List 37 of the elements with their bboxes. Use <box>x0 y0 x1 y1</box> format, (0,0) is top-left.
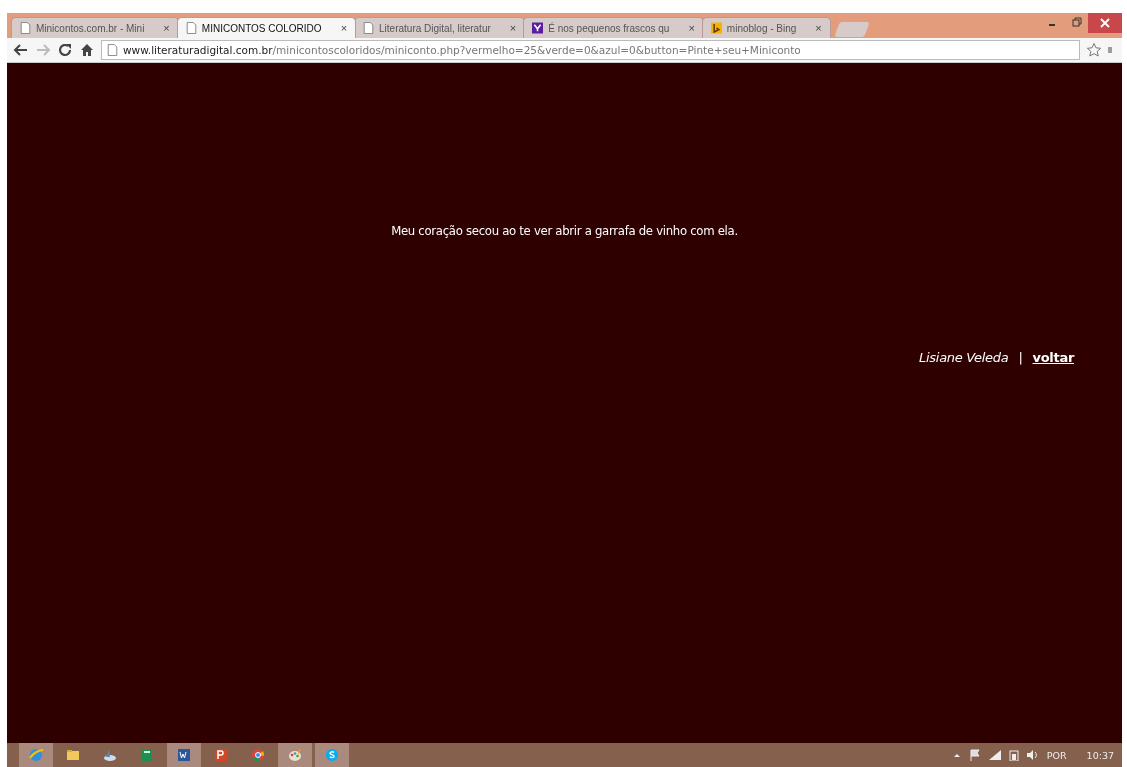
browser-tab[interactable]: Literatura Digital, literatur × <box>354 17 526 38</box>
battery-icon[interactable] <box>1008 749 1019 761</box>
arrow-up-icon[interactable] <box>952 751 961 759</box>
close-icon[interactable]: × <box>815 22 822 34</box>
address-bar[interactable]: www.literaturadigital.com.br/minicontoscoloridos/miniconto.php?vermelho=25&verde=0&azul=0&button=Pinte+seu+Miniconto <box>101 40 1080 60</box>
browser-tab[interactable]: minoblog - Bing × <box>701 17 831 38</box>
paint-app-icon[interactable] <box>278 743 312 767</box>
star-icon[interactable] <box>1086 42 1102 58</box>
language-indicator[interactable]: POR <box>1046 749 1067 761</box>
skype-app-icon[interactable] <box>315 743 349 767</box>
close-icon[interactable]: × <box>688 22 695 34</box>
bing-icon <box>710 22 722 34</box>
browser-tab[interactable]: MINICONTOS COLORIDO × <box>176 17 357 38</box>
separator-text: | <box>1018 350 1023 365</box>
browser-tab[interactable]: Minicontos.com.br - Mini × <box>11 17 179 38</box>
back-link[interactable]: voltar <box>1032 350 1074 365</box>
page-icon <box>185 22 197 34</box>
author-name: Lisiane Veleda <box>919 350 1009 365</box>
reload-icon[interactable] <box>57 42 73 58</box>
flag-icon[interactable] <box>968 749 981 761</box>
close-icon[interactable]: × <box>163 22 170 34</box>
page-icon <box>20 22 31 34</box>
signal-icon[interactable] <box>988 750 1001 760</box>
browser-tab[interactable]: É nos pequenos frascos qu × <box>523 17 704 38</box>
ie-app-icon[interactable] <box>19 743 53 767</box>
word-app-icon[interactable] <box>167 743 201 767</box>
story-text: Meu coração secou ao te ver abrir a garrafa de vinho com ela. <box>391 223 738 238</box>
yahoo-icon <box>532 22 544 34</box>
close-icon[interactable]: × <box>340 22 348 34</box>
close-icon[interactable] <box>1088 13 1122 33</box>
back-arrow-icon[interactable] <box>13 42 29 58</box>
page-icon <box>107 44 118 56</box>
speaker-icon[interactable] <box>1026 750 1039 760</box>
home-icon[interactable] <box>79 42 95 58</box>
page-icon <box>363 22 375 34</box>
clock[interactable]: 10:37 <box>1086 749 1114 761</box>
close-icon[interactable]: × <box>509 22 517 34</box>
